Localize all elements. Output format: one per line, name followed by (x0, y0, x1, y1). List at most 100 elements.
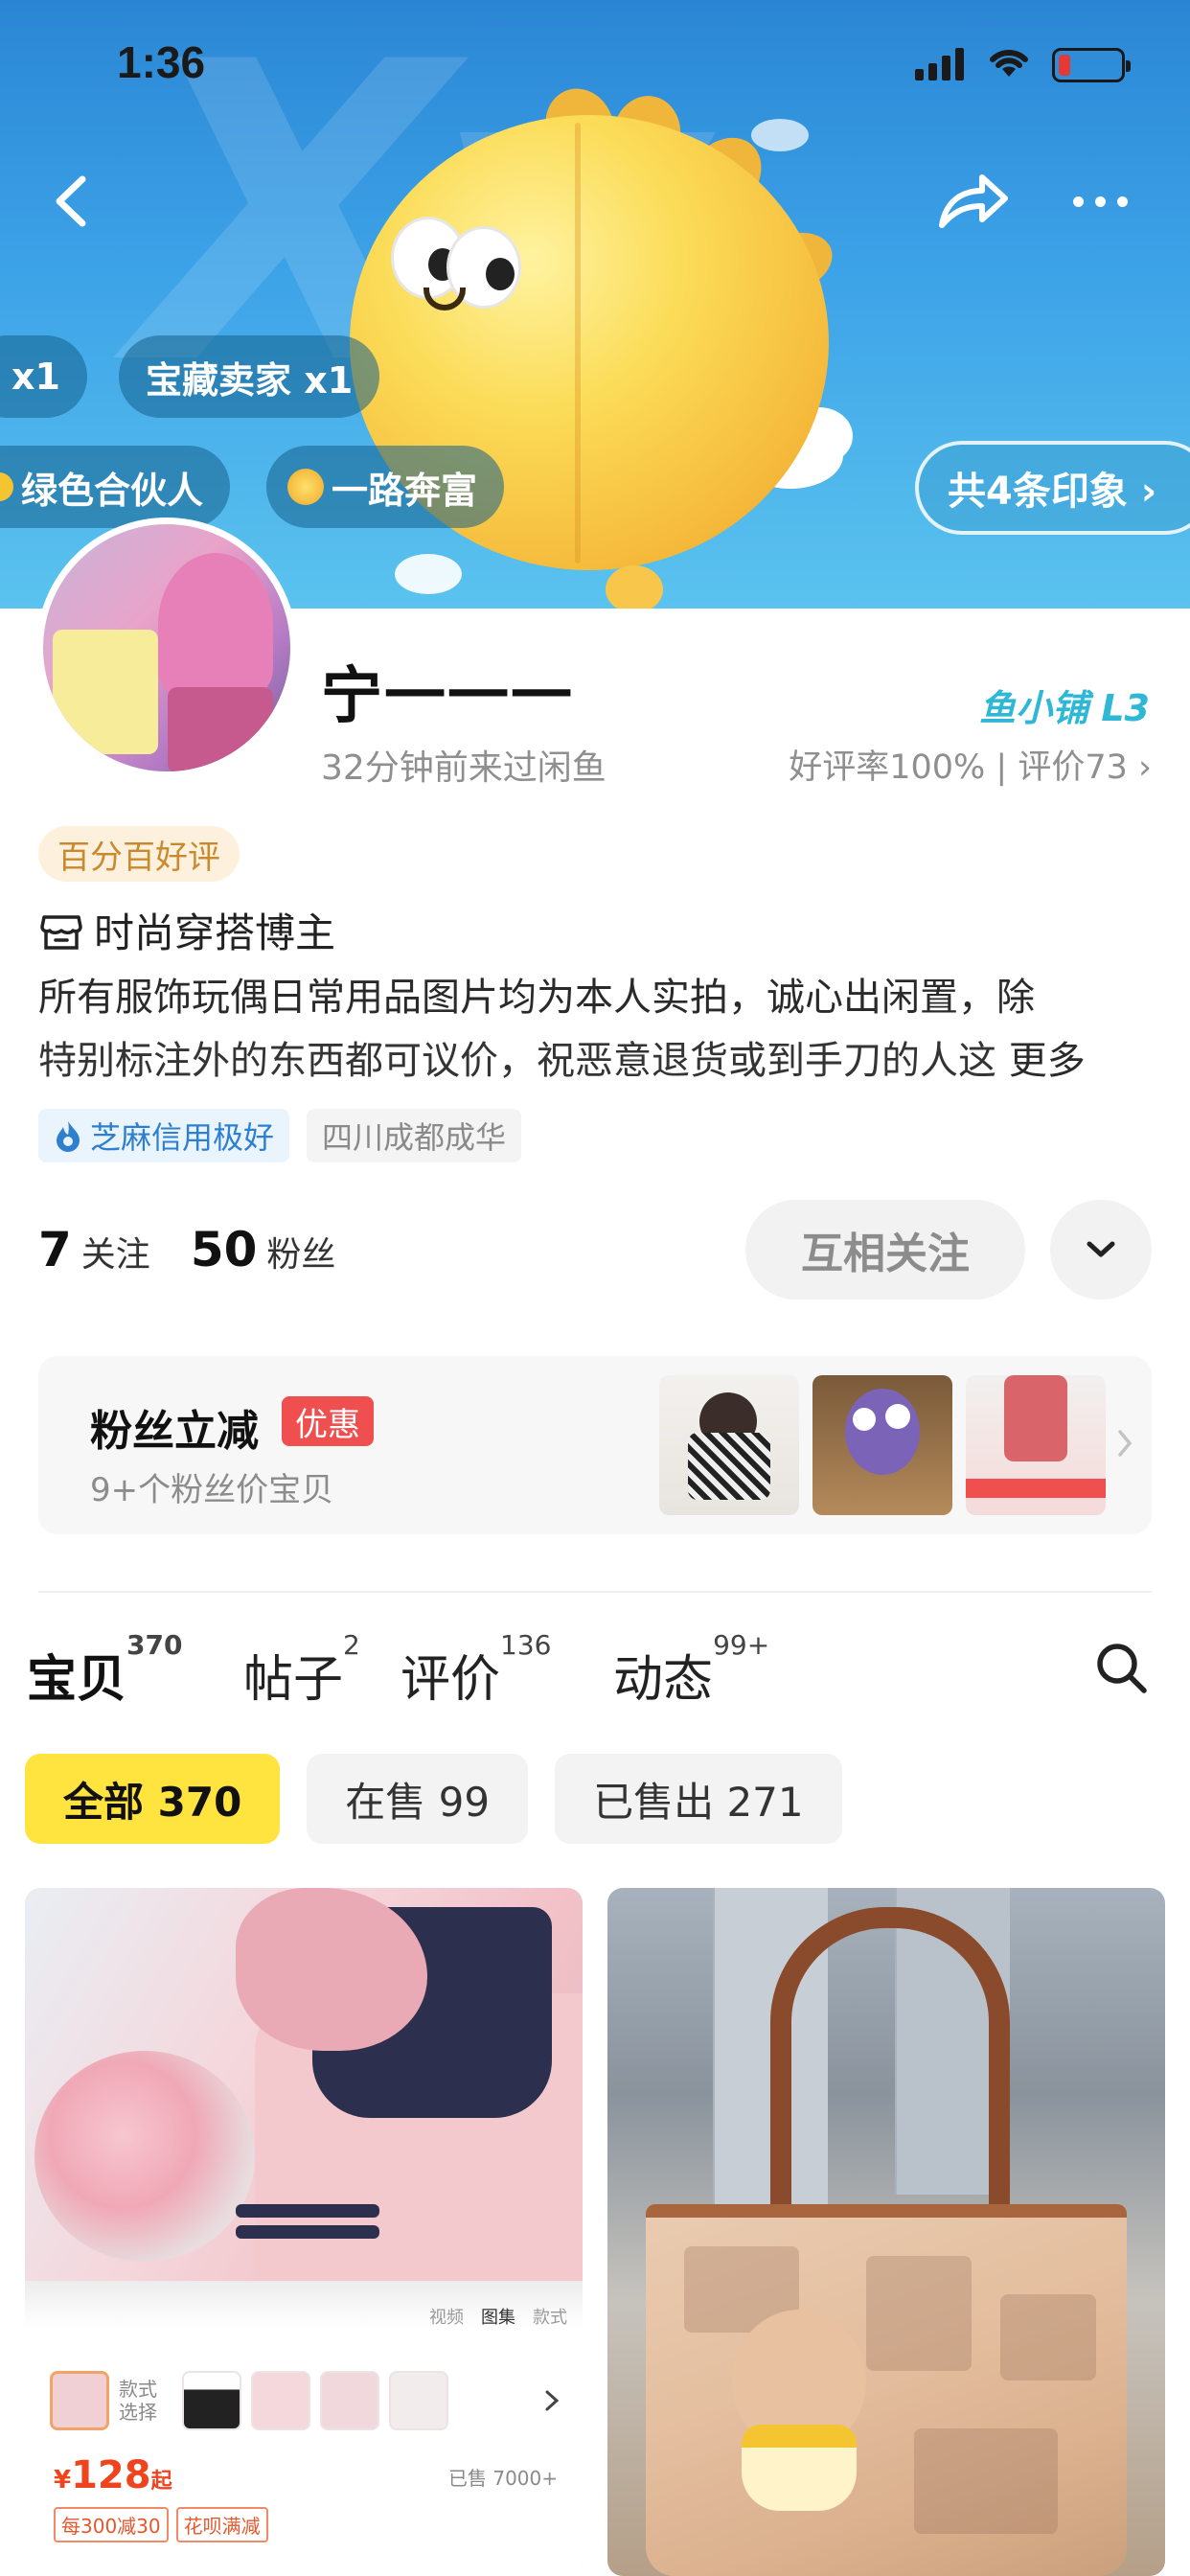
nickname: 宁一一一 (321, 661, 574, 732)
medal-tag-label: x1 (11, 356, 60, 398)
bio-line-2: 特别标注外的东西都可议价，祝恶意退货或到手刀的人这 更多 (38, 1029, 1159, 1092)
variant-thumbnail[interactable] (50, 2371, 109, 2430)
gold-ingot-icon (287, 469, 324, 505)
avatar[interactable] (36, 518, 297, 778)
photo-shape (236, 2225, 379, 2239)
tab-activity-label: 动态 (613, 1651, 714, 1709)
fans-stat[interactable]: 50 粉丝 (191, 1222, 336, 1277)
tab-items-label: 宝贝 (27, 1651, 127, 1709)
media-tab-gallery[interactable]: 图集 (481, 2304, 515, 2329)
filter-on-sale-chip[interactable]: 在售 99 (307, 1754, 529, 1844)
search-icon[interactable] (1092, 1639, 1150, 1696)
bio-more-link[interactable]: 更多 (1009, 1039, 1086, 1083)
content-tabs: 宝贝 370 帖子 2 评价 136 动态 99+ (24, 1629, 770, 1711)
price: ¥128起 (54, 2453, 172, 2497)
tab-posts[interactable]: 帖子 2 (243, 1629, 360, 1711)
last-seen-text: 32分钟前来过闲鱼 (321, 748, 606, 788)
expand-button[interactable] (1050, 1200, 1152, 1300)
more-options-icon[interactable] (1062, 182, 1138, 220)
section-divider (38, 1591, 1152, 1593)
product-info-panel: 视频 图集 款式 款式选择 ¥128起 已售 7000+ 每300减30 花呗满… (25, 2281, 583, 2576)
role-label: 时尚穿搭博主 (94, 909, 336, 956)
role-line: 时尚穿搭博主 (38, 901, 335, 959)
media-tab-style[interactable]: 款式 (533, 2304, 567, 2329)
following-count: 7 (38, 1222, 72, 1277)
rich-road-tag-label: 一路奔富 (332, 469, 478, 512)
avatar-cup (168, 687, 273, 771)
cloud-decoration (751, 119, 809, 151)
green-partner-tag-label: 绿色合伙人 (21, 469, 204, 512)
chevron-right-icon (545, 2390, 560, 2411)
variant-thumbnail[interactable] (320, 2371, 379, 2430)
tab-items[interactable]: 宝贝 370 (24, 1629, 182, 1711)
shop-icon (40, 914, 82, 950)
rating-summary-link[interactable]: 好评率100% | 评价73 › (789, 740, 1152, 789)
variant-label: 款式选择 (119, 2378, 157, 2424)
status-time: 1:36 (117, 37, 206, 87)
variant-thumbnail[interactable] (251, 2371, 310, 2430)
avatar-sign (53, 630, 158, 754)
variant-selector: 款式选择 (50, 2367, 563, 2434)
chevron-down-icon (1087, 1241, 1115, 1257)
following-label: 关注 (80, 1235, 150, 1275)
fish-seam-decoration (575, 123, 581, 564)
credit-tag[interactable]: 芝麻信用极好 (38, 1109, 290, 1162)
leaf-icon (0, 472, 13, 501)
fan-discount-subtitle: 9+个粉丝价宝贝 (90, 1471, 334, 1509)
wifi-icon (990, 49, 1028, 77)
fan-discount-title: 粉丝立减 (90, 1407, 259, 1456)
impressions-button[interactable]: 共4条印象 › (915, 441, 1190, 535)
chevron-right-icon (1118, 1430, 1133, 1457)
variant-thumbnail[interactable] (389, 2371, 448, 2430)
bio-text: 所有服饰玩偶日常用品图片均为本人实拍，诚心出闲置，除 特别标注外的东西都可议价，… (38, 966, 1159, 1092)
battery-icon (1052, 48, 1131, 82)
shop-level-badge[interactable]: 鱼小铺 L3 (979, 678, 1150, 731)
tab-reviews[interactable]: 评价 136 (400, 1629, 551, 1711)
flame-icon (57, 1121, 80, 1152)
bio-line-1: 所有服饰玩偶日常用品图片均为本人实拍，诚心出闲置，除 (38, 976, 1035, 1020)
promo-tags: 每300减30 花呗满减 (54, 2507, 268, 2542)
fan-item-thumbnail[interactable] (966, 1375, 1106, 1515)
hero-green-partner-tag[interactable]: 绿色合伙人 (0, 446, 231, 528)
promo-tag: 花呗满减 (175, 2507, 268, 2542)
fan-item-thumbnail[interactable] (812, 1375, 952, 1515)
avatar-pink-plush (158, 553, 273, 697)
price-currency: ¥ (54, 2466, 72, 2495)
price-suffix: 起 (150, 2470, 172, 2494)
product-card[interactable]: 视频 图集 款式 款式选择 ¥128起 已售 7000+ 每300减30 花呗满… (25, 1888, 583, 2576)
hero-rich-road-tag[interactable]: 一路奔富 (266, 446, 505, 528)
tab-activity[interactable]: 动态 99+ (613, 1629, 769, 1711)
mini-fish-decoration (606, 565, 663, 609)
fans-label: 粉丝 (266, 1235, 336, 1275)
tab-activity-count: 99+ (713, 1629, 770, 1661)
hero-treasure-seller-tag[interactable]: 宝藏卖家 x1 (119, 335, 380, 418)
filter-all-chip[interactable]: 全部 370 (25, 1754, 281, 1844)
variant-thumbnail[interactable] (182, 2371, 241, 2430)
discount-badge: 优惠 (282, 1396, 374, 1446)
back-arrow-icon[interactable] (38, 168, 105, 235)
share-icon[interactable] (934, 168, 1011, 235)
credit-tag-label: 芝麻信用极好 (90, 1119, 275, 1156)
cloud-decoration (395, 554, 462, 594)
bio-line-2-text: 特别标注外的东西都可议价，祝恶意退货或到手刀的人这 (38, 1039, 996, 1083)
following-stat[interactable]: 7 关注 (38, 1222, 150, 1277)
filter-sold-chip[interactable]: 已售出 271 (555, 1754, 842, 1844)
product-photo (646, 2204, 1127, 2576)
photo-shape (914, 2428, 1058, 2534)
location-tag: 四川成都成华 (307, 1109, 522, 1162)
photo-shape (1000, 2294, 1096, 2380)
product-card[interactable] (607, 1888, 1165, 2576)
mutual-follow-button[interactable]: 互相关注 (745, 1200, 1025, 1300)
hero-medal-tag[interactable]: x1 (0, 335, 87, 418)
tab-items-count: 370 (126, 1629, 183, 1661)
photo-shape (866, 2256, 972, 2371)
tab-reviews-count: 136 (500, 1629, 552, 1661)
fan-discount-card[interactable]: 粉丝立减 优惠 9+个粉丝价宝贝 (38, 1356, 1152, 1534)
media-tab-video[interactable]: 视频 (429, 2304, 464, 2329)
fan-item-thumbnail[interactable] (659, 1375, 799, 1515)
tab-posts-count: 2 (343, 1629, 360, 1661)
good-review-badge: 百分百好评 (38, 826, 240, 882)
media-tabs: 视频 图集 款式 (429, 2304, 567, 2329)
sold-count: 已售 7000+ (447, 2467, 558, 2490)
tab-posts-label: 帖子 (243, 1651, 344, 1709)
